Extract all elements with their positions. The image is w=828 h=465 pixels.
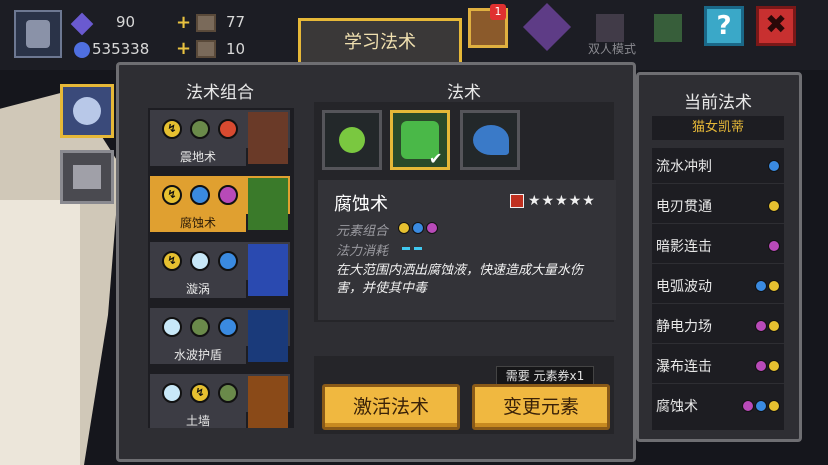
- fire-icon: [218, 119, 238, 139]
- lightning-icon: [768, 200, 780, 212]
- earth-icon: [190, 119, 210, 139]
- current-spell-item[interactable]: 暗影连击: [652, 228, 784, 264]
- lightning-icon: ↯: [190, 383, 210, 403]
- activate-spell-button[interactable]: 激活法术: [322, 384, 460, 430]
- current-spell-item[interactable]: 瀑布连击: [652, 348, 784, 384]
- earthquake-art-icon: [248, 112, 288, 164]
- water-icon: [218, 251, 238, 271]
- player-avatar[interactable]: [14, 10, 62, 58]
- mode-icon[interactable]: [596, 14, 624, 42]
- lightning-icon: [768, 280, 780, 292]
- spell-name: 腐蚀术: [334, 194, 388, 215]
- lightning-icon: [398, 222, 410, 234]
- combo-item-water-shield[interactable]: 水波护盾: [150, 308, 290, 364]
- poison-icon: [768, 240, 780, 252]
- spell-scroll-tab[interactable]: [60, 84, 114, 138]
- element-combo-icons: [398, 222, 438, 234]
- earth-icon: [190, 317, 210, 337]
- current-spell-item[interactable]: 流水冲刺: [652, 148, 784, 184]
- ice-icon: [162, 317, 182, 337]
- chest-badge: 1: [490, 4, 506, 20]
- lightning-icon: [768, 360, 780, 372]
- poison-icon: [742, 400, 754, 412]
- water-icon: [755, 400, 767, 412]
- mana-pip-icon: [414, 247, 422, 250]
- wizard-beard-image: [0, 200, 80, 465]
- material2-icon: [196, 40, 216, 58]
- spell-stars: ★★★★★: [528, 193, 596, 209]
- water-shield-art-icon: [248, 310, 288, 362]
- current-spells-title: 当前法术: [684, 93, 752, 113]
- water-icon: [190, 185, 210, 205]
- mode-label: 双人模式: [588, 42, 637, 56]
- ice-icon: [190, 251, 210, 271]
- water-icon: [412, 222, 424, 234]
- mana-pip-icon: [402, 247, 410, 250]
- earth-icon: [218, 383, 238, 403]
- gem-count: 90: [116, 13, 136, 31]
- water-icon: [218, 317, 238, 337]
- material1-count: 77: [226, 13, 246, 31]
- combo-label: 土墙: [150, 412, 246, 428]
- poison-icon: [755, 360, 767, 372]
- spell-description: 在大范围内洒出腐蚀液，快速造成大量水伤害，并使其中毒: [336, 263, 584, 296]
- combo-label: 水波护盾: [150, 346, 246, 364]
- poison-icon: [426, 222, 438, 234]
- book-tab[interactable]: [60, 150, 114, 204]
- spells-title: 法术: [447, 83, 481, 103]
- corrosion-art-icon: [248, 178, 288, 230]
- spell-icon-corrosion[interactable]: ✔: [390, 110, 450, 170]
- change-element-button[interactable]: 变更元素: [472, 384, 610, 430]
- combo-item-corrosion[interactable]: ↯ 腐蚀术: [150, 176, 290, 232]
- lightning-icon: ↯: [162, 119, 182, 139]
- vortex-art-icon: [248, 244, 288, 296]
- water-icon: [768, 160, 780, 172]
- lightning-icon: ↯: [162, 251, 182, 271]
- material-box-icon: [196, 14, 216, 32]
- combo-item-vortex[interactable]: ↯ 漩涡: [150, 242, 290, 298]
- add-gems-plus-icon[interactable]: +: [176, 12, 191, 33]
- close-button[interactable]: ✖: [756, 6, 796, 46]
- poison-icon: [218, 185, 238, 205]
- current-spell-item[interactable]: 腐蚀术: [652, 388, 784, 424]
- requirement-label: 需要 元素券x1: [496, 366, 594, 386]
- lightning-icon: [768, 400, 780, 412]
- current-spell-item[interactable]: 电弧波动: [652, 268, 784, 304]
- help-button[interactable]: ?: [704, 6, 744, 46]
- lightning-icon: [768, 320, 780, 332]
- combo-label: 震地术: [150, 148, 246, 166]
- combo-item-earthquake[interactable]: ↯ 震地术: [150, 110, 290, 166]
- element-combo-label: 元素组合: [336, 224, 389, 239]
- fire-art-icon: [248, 376, 288, 428]
- combo-label: 漩涡: [150, 280, 246, 298]
- coin-count: 535338: [92, 40, 150, 58]
- check-icon: ✔: [429, 149, 443, 168]
- current-spell-list: 流水冲刺 电刃贯通 暗影连击 电弧波动 静电力场 瀑布连击 腐蚀术: [652, 148, 784, 430]
- combo-list[interactable]: ↯ 震地术 ↯ 腐蚀术 ↯ 漩涡 水波护盾 ↯ 土墙: [148, 108, 294, 428]
- add-coins-plus-icon[interactable]: +: [176, 38, 191, 59]
- character-icon[interactable]: [654, 14, 682, 42]
- mana-cost-label: 法力消耗: [336, 244, 389, 259]
- hero-name: 猫女凯蒂: [652, 116, 784, 140]
- learn-spell-tab[interactable]: 学习法术: [298, 18, 462, 68]
- spell-icon-green-orbs[interactable]: [322, 110, 382, 170]
- water-icon: [755, 280, 767, 292]
- combo-title: 法术组合: [186, 83, 254, 103]
- coin-icon: [74, 42, 90, 58]
- poison-icon: [755, 320, 767, 332]
- lightning-icon: ↯: [162, 185, 182, 205]
- spell-icon-water-wave[interactable]: [460, 110, 520, 170]
- sword-icon: [510, 194, 524, 208]
- current-spell-item[interactable]: 电刃贯通: [652, 188, 784, 224]
- current-spell-item[interactable]: 静电力场: [652, 308, 784, 344]
- combo-item-earth-wall[interactable]: ↯ 土墙: [150, 374, 290, 428]
- material2-count: 10: [226, 40, 246, 58]
- ice-icon: [162, 383, 182, 403]
- combo-label: 腐蚀术: [150, 214, 246, 232]
